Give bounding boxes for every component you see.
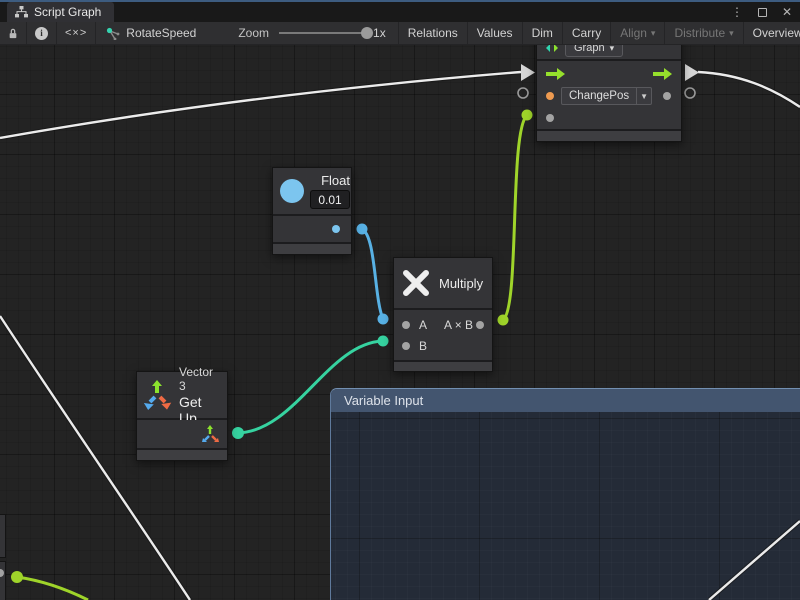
- float-node-header: Float: [273, 168, 351, 214]
- code-icon: <×>: [65, 27, 87, 39]
- values-button[interactable]: Values: [468, 22, 523, 44]
- variable-input-panel-title: Variable Input: [344, 393, 423, 408]
- vector-output-port-icon[interactable]: [202, 425, 219, 443]
- info-icon: i: [35, 27, 48, 40]
- graph-variable-port[interactable]: [546, 92, 554, 100]
- variable-input-panel-body[interactable]: [331, 412, 800, 600]
- float-value-input[interactable]: [310, 190, 350, 209]
- relations-button[interactable]: Relations: [398, 22, 468, 44]
- dim-button[interactable]: Dim: [523, 22, 563, 44]
- graph-unit-node[interactable]: Graph ▾ ChangePos ▼: [536, 36, 682, 142]
- vector-node-body: [137, 420, 227, 448]
- align-button[interactable]: Align ▾: [611, 22, 665, 44]
- graph-node-footer: [537, 131, 681, 141]
- distribute-caret-icon: ▾: [729, 29, 734, 38]
- multiply-node-header: Multiply: [394, 258, 492, 308]
- flow-out-arrow-icon[interactable]: [653, 72, 664, 76]
- lock-icon: [8, 27, 18, 40]
- maximize-icon[interactable]: [753, 3, 771, 21]
- script-graph-window: Variable Input: [0, 0, 800, 600]
- vector-node-footer: [137, 450, 227, 460]
- vector3-icon: [144, 380, 172, 410]
- align-caret-icon: ▾: [651, 29, 656, 38]
- graph-toolbar: i <×> RotateSpeed Zoom 1x Relations Valu…: [0, 22, 800, 45]
- multiply-output-label: A × B: [444, 318, 473, 332]
- graph-asset-icon: [106, 27, 120, 40]
- float-node[interactable]: Float: [272, 167, 352, 255]
- clipped-node-section-2[interactable]: [0, 561, 6, 600]
- distribute-button[interactable]: Distribute ▾: [665, 22, 743, 44]
- float-output-port[interactable]: [332, 225, 340, 233]
- overview-button[interactable]: Overview: [744, 22, 800, 44]
- zoom-slider[interactable]: [279, 32, 371, 34]
- float-node-footer: [273, 244, 351, 254]
- script-graph-icon: [15, 6, 28, 18]
- edit-script-button[interactable]: <×>: [57, 22, 96, 44]
- window-menu-icon[interactable]: ⋮: [728, 3, 746, 21]
- window-focus-line: [0, 0, 800, 2]
- zoom-label: Zoom: [238, 26, 269, 40]
- info-button[interactable]: i: [27, 22, 57, 44]
- multiply-icon: [402, 269, 430, 297]
- flow-in-arrow-icon[interactable]: [546, 72, 557, 76]
- graph-node-body: ChangePos ▼: [537, 61, 681, 129]
- tab-title: Script Graph: [34, 5, 101, 19]
- vector3-getup-node[interactable]: Vector 3 Get Up: [136, 371, 228, 461]
- multiply-node[interactable]: Multiply A A × B B: [393, 257, 493, 372]
- changepos-dropdown-value: ChangePos: [562, 90, 636, 102]
- vector-node-header: Vector 3 Get Up: [137, 372, 227, 418]
- tab-script-graph[interactable]: Script Graph: [7, 2, 114, 22]
- multiply-input-b-label: B: [419, 339, 427, 353]
- multiply-node-body: A A × B B: [394, 310, 492, 360]
- float-node-title: Float: [321, 173, 350, 188]
- zoom-slider-handle[interactable]: [361, 27, 373, 39]
- close-icon[interactable]: ✕: [778, 3, 796, 21]
- multiply-input-a-label: A: [419, 318, 427, 332]
- multiply-node-footer: [394, 362, 492, 371]
- graph-breadcrumb[interactable]: RotateSpeed: [96, 22, 204, 44]
- window-controls: ⋮ ✕: [728, 2, 796, 22]
- vector-node-title: Vector 3: [179, 365, 220, 393]
- lock-button[interactable]: [0, 22, 27, 44]
- zoom-control: Zoom 1x: [204, 22, 397, 44]
- changepos-dropdown[interactable]: ChangePos ▼: [561, 87, 652, 105]
- variable-input-panel-header[interactable]: Variable Input: [331, 389, 800, 412]
- tab-bar: Script Graph ⋮ ✕: [0, 0, 800, 22]
- multiply-input-b-port[interactable]: [402, 342, 410, 350]
- variable-input-panel: Variable Input: [330, 388, 800, 600]
- multiply-input-a-port[interactable]: [402, 321, 410, 329]
- chevron-down-icon: ▾: [610, 44, 615, 53]
- clipped-node-section[interactable]: [0, 514, 6, 558]
- zoom-value: 1x: [373, 26, 386, 40]
- graph-name-label: RotateSpeed: [126, 26, 196, 40]
- dropdown-caret-icon: ▼: [636, 88, 651, 104]
- float-type-icon: [280, 179, 304, 203]
- graph-output-port[interactable]: [663, 92, 671, 100]
- multiply-output-port[interactable]: [476, 321, 484, 329]
- multiply-node-title: Multiply: [439, 276, 483, 291]
- carry-button[interactable]: Carry: [563, 22, 611, 44]
- graph-bottom-port[interactable]: [546, 114, 554, 122]
- float-node-body: [273, 216, 351, 242]
